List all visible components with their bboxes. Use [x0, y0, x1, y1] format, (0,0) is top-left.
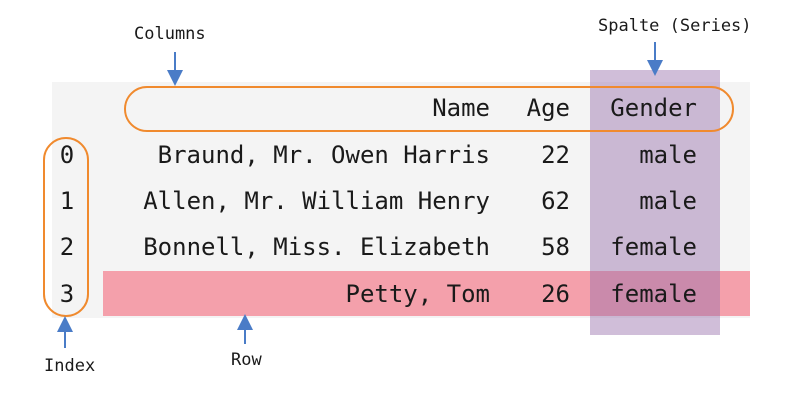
annotation-arrows [57, 42, 663, 348]
